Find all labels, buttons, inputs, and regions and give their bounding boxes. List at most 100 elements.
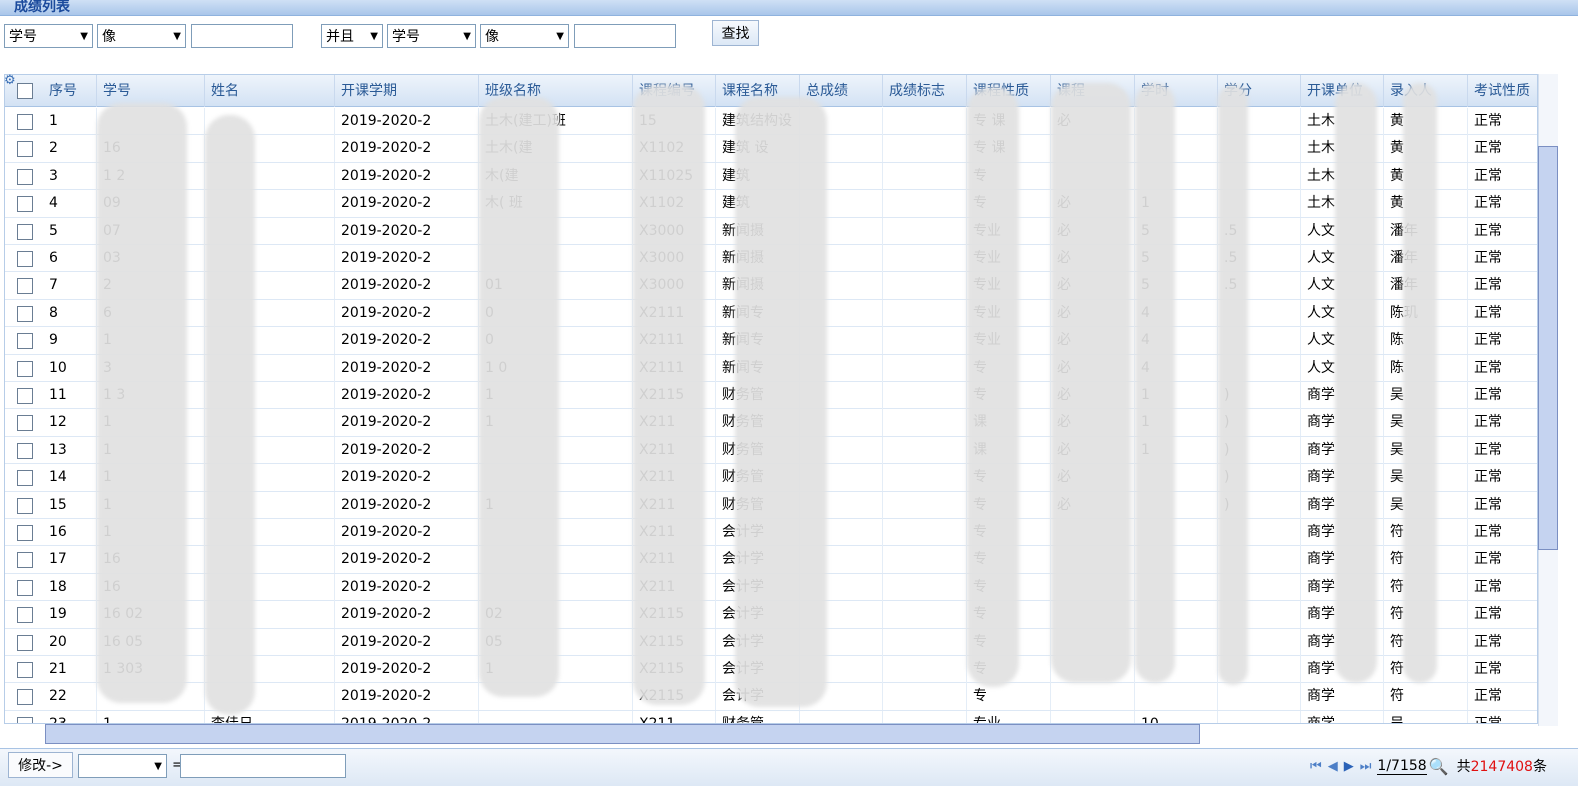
next-page-icon[interactable]: ▶	[1344, 759, 1354, 774]
table-cell: 2019-2020-2	[335, 162, 479, 190]
table-cell: 2019-2020-2	[335, 464, 479, 492]
prev-page-icon[interactable]: ◀	[1328, 759, 1338, 774]
value2-input[interactable]	[574, 24, 676, 48]
row-checkbox[interactable]	[17, 634, 33, 651]
chevron-down-icon: ▼	[154, 760, 162, 772]
privacy-blur	[1218, 85, 1248, 685]
value1-input[interactable]	[191, 24, 293, 48]
table-cell: 2019-2020-2	[335, 299, 479, 327]
field2-select[interactable]: 学号 ▼	[387, 24, 476, 48]
table-cell: 17	[43, 546, 97, 574]
row-checkbox[interactable]	[17, 579, 33, 596]
select-all-checkbox[interactable]	[17, 83, 33, 99]
row-checkbox[interactable]	[17, 415, 33, 432]
table-cell	[883, 656, 967, 683]
table-cell: 正常	[1468, 382, 1537, 409]
column-header[interactable]: 成绩标志	[883, 75, 967, 107]
table-cell: 2019-2020-2	[335, 683, 479, 711]
gear-icon[interactable]: ⚙	[4, 74, 18, 88]
column-header[interactable]: 考试性质	[1468, 75, 1537, 107]
table-cell	[883, 245, 967, 272]
row-checkbox[interactable]	[17, 716, 33, 723]
modify-field-select[interactable]: ▼	[78, 754, 167, 778]
table-cell: 2019-2020-2	[335, 628, 479, 656]
privacy-blur	[967, 87, 1019, 687]
privacy-blur	[97, 103, 187, 703]
logic-select[interactable]: 并且 ▼	[321, 24, 383, 48]
column-header[interactable]: 序号	[43, 75, 97, 107]
table-cell: 9	[43, 327, 97, 355]
table-cell: 15	[43, 491, 97, 519]
row-checkbox[interactable]	[17, 689, 33, 706]
table-cell: 2019-2020-2	[335, 354, 479, 382]
first-page-icon[interactable]: ⏮	[1310, 759, 1322, 774]
row-checkbox[interactable]	[17, 196, 33, 213]
row-checkbox[interactable]	[17, 141, 33, 158]
table-cell: 专	[967, 683, 1051, 711]
last-page-icon[interactable]: ⏭	[1360, 759, 1372, 774]
op1-select[interactable]: 像 ▼	[97, 24, 186, 48]
vertical-scrollbar-thumb[interactable]	[1538, 146, 1558, 550]
table-cell: 正常	[1468, 574, 1537, 601]
table-cell: 正常	[1468, 519, 1537, 546]
horizontal-scrollbar-thumb[interactable]	[45, 724, 1200, 744]
column-header[interactable]: 开课学期	[335, 75, 479, 107]
row-checkbox[interactable]	[17, 388, 33, 404]
row-checkbox[interactable]	[17, 552, 33, 569]
op2-select[interactable]: 像 ▼	[480, 24, 569, 48]
table-cell: 19	[43, 601, 97, 629]
table-cell	[883, 162, 967, 190]
search-icon[interactable]: 🔍	[1429, 757, 1449, 776]
table-cell: 21	[43, 656, 97, 683]
table-cell: 10	[43, 354, 97, 382]
table-cell: 2019-2020-2	[335, 135, 479, 163]
row-checkbox[interactable]	[17, 168, 33, 185]
row-checkbox[interactable]	[17, 223, 33, 240]
table-cell: 正常	[1468, 218, 1537, 245]
table-cell: 正常	[1468, 135, 1537, 162]
row-checkbox[interactable]	[17, 278, 33, 295]
table-cell: 14	[43, 464, 97, 492]
row-checkbox[interactable]	[17, 497, 33, 514]
row-checkbox[interactable]	[17, 662, 33, 678]
column-header[interactable]: 姓名	[205, 75, 335, 107]
table-cell: 正常	[1468, 629, 1537, 656]
row-checkbox[interactable]	[17, 251, 33, 267]
table-cell: 正常	[1468, 272, 1537, 299]
table-cell: 2019-2020-2	[335, 573, 479, 601]
table-cell	[883, 217, 967, 245]
search-button[interactable]: 查找	[712, 20, 759, 46]
page-input[interactable]: 1/7158	[1377, 758, 1427, 775]
privacy-blur	[1403, 83, 1437, 683]
table-cell	[883, 683, 967, 711]
table-cell: 12	[43, 409, 97, 437]
row-checkbox[interactable]	[17, 360, 33, 377]
table-cell: 2019-2020-2	[335, 491, 479, 519]
row-checkbox[interactable]	[17, 442, 33, 459]
privacy-blur	[205, 115, 255, 715]
row-checkbox[interactable]	[17, 525, 33, 541]
table-cell: 13	[43, 436, 97, 464]
table-cell	[883, 546, 967, 574]
table-cell: 2019-2020-2	[335, 656, 479, 683]
field1-select[interactable]: 学号 ▼	[4, 24, 93, 48]
op1-select-value: 像	[102, 29, 116, 45]
table-cell	[800, 710, 883, 723]
table-cell: 2	[43, 135, 97, 163]
modify-value-input[interactable]	[180, 754, 346, 778]
row-checkbox[interactable]	[17, 333, 33, 350]
modify-button[interactable]: 修改->	[8, 752, 73, 778]
table-cell: 专业	[967, 710, 1051, 723]
table-cell: 1	[43, 108, 97, 135]
row-checkbox[interactable]	[17, 607, 33, 624]
chevron-down-icon: ▼	[173, 30, 181, 42]
row-checkbox[interactable]	[17, 305, 33, 322]
table-cell: 正常	[1468, 546, 1537, 573]
table-cell	[883, 491, 967, 519]
panel-header: 成绩列表	[0, 0, 1578, 16]
table-cell: 正常	[1468, 327, 1537, 354]
table-cell: 正常	[1468, 711, 1537, 723]
row-checkbox[interactable]	[17, 470, 33, 487]
row-checkbox[interactable]	[17, 114, 33, 130]
privacy-blur	[1335, 83, 1377, 683]
